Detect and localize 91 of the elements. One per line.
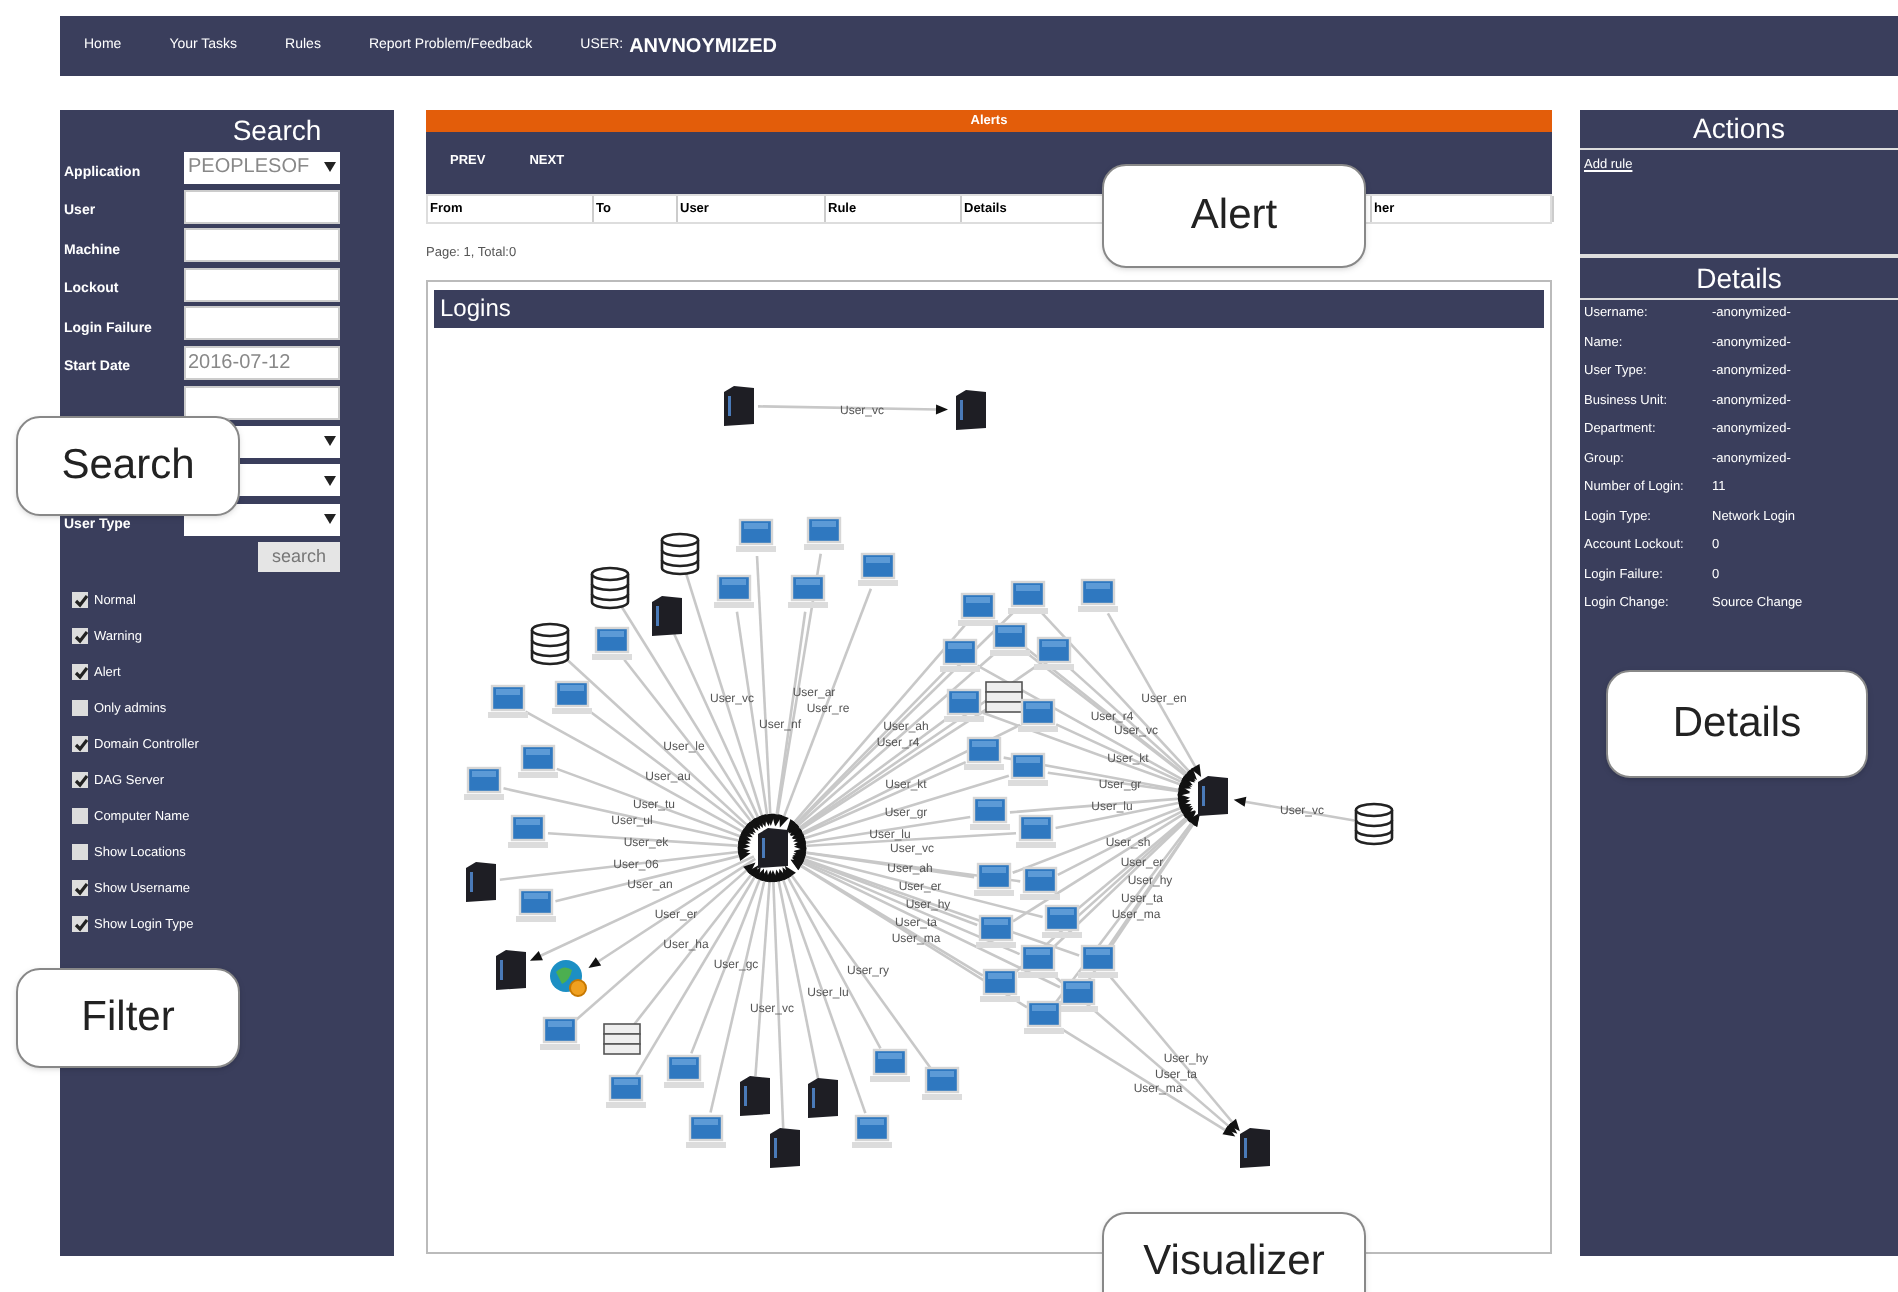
computer-icon [788, 574, 828, 608]
storage-icon [603, 1022, 641, 1055]
caret-icon [324, 162, 336, 172]
select-field[interactable]: PEOPLESOF [184, 151, 340, 183]
server-icon [758, 827, 788, 868]
computer-icon [922, 1066, 962, 1100]
server-icon [956, 389, 986, 430]
panel-title: Actions [1580, 110, 1898, 150]
input-field[interactable]: 2016-07-12 [184, 345, 340, 380]
computer-icon [518, 744, 558, 778]
database-icon [530, 622, 570, 665]
computer-icon [974, 862, 1014, 896]
panel-title: Details [1580, 258, 1898, 300]
computer-icon [1024, 1000, 1064, 1034]
computer-icon [1018, 944, 1058, 978]
server-icon [1240, 1127, 1270, 1168]
server-icon [724, 385, 754, 426]
computer-icon [1058, 978, 1098, 1012]
caret-icon [324, 436, 336, 447]
storage-icon [985, 680, 1023, 713]
computer-icon [944, 688, 984, 722]
checkbox[interactable] [72, 808, 88, 825]
server-icon [808, 1077, 838, 1118]
input-field[interactable] [184, 228, 340, 263]
callout-tooltip: Details [1606, 670, 1868, 778]
computer-icon [1078, 578, 1118, 612]
computer-icon [1008, 580, 1048, 614]
computer-icon [980, 968, 1020, 1002]
server-icon [740, 1075, 770, 1116]
computer-icon [736, 518, 776, 552]
checkbox[interactable] [72, 736, 88, 753]
computer-icon [1016, 814, 1056, 848]
checkbox[interactable] [72, 916, 88, 933]
computer-icon [870, 1048, 910, 1082]
connector-arrow [1233, 796, 1355, 822]
server-icon [466, 861, 496, 902]
computer-icon [1020, 866, 1060, 900]
computer-icon [940, 638, 980, 672]
computer-icon [858, 552, 898, 586]
callout-tooltip: Search [16, 416, 240, 516]
checkbox[interactable] [72, 880, 88, 897]
computer-icon [508, 814, 548, 848]
computer-icon [1078, 944, 1118, 978]
user-name: ANVNOYMIZED [629, 33, 777, 61]
caret-icon [324, 475, 336, 486]
computer-icon [464, 766, 504, 800]
computer-icon [990, 622, 1030, 656]
server-icon [652, 595, 682, 636]
computer-icon [804, 516, 844, 550]
computer-icon [714, 574, 754, 608]
panel-title: Search [230, 112, 324, 148]
panel-title: Logins [434, 289, 1544, 328]
computer-icon [976, 914, 1016, 948]
input-field[interactable] [184, 306, 340, 341]
computer-icon [1034, 636, 1074, 670]
input-field[interactable] [184, 189, 340, 224]
computer-icon [964, 736, 1004, 770]
checkbox[interactable] [72, 772, 88, 789]
checkbox[interactable] [72, 700, 88, 717]
computer-icon [664, 1054, 704, 1088]
computer-icon [592, 626, 632, 660]
computer-icon [1018, 698, 1058, 732]
server-icon [1198, 775, 1228, 816]
server-icon [770, 1127, 800, 1168]
search-button[interactable]: search [258, 542, 340, 573]
checkbox[interactable] [72, 628, 88, 645]
computer-icon [540, 1016, 580, 1050]
input-field[interactable] [184, 267, 340, 302]
checkbox[interactable] [72, 664, 88, 681]
checkbox[interactable] [72, 844, 88, 861]
callout-tooltip: Visualizer [1102, 1212, 1366, 1292]
database-icon [1354, 802, 1394, 845]
computer-icon [516, 888, 556, 922]
computer-icon [1042, 904, 1082, 938]
computer-icon [958, 592, 998, 626]
input-field[interactable] [184, 385, 340, 420]
computer-icon [852, 1114, 892, 1148]
globe-gear-icon [550, 959, 587, 997]
database-icon [660, 532, 700, 575]
database-icon [590, 566, 630, 609]
computer-icon [488, 684, 528, 718]
computer-icon [1008, 752, 1048, 786]
computer-icon [970, 796, 1010, 830]
computer-icon [552, 680, 592, 714]
computer-icon [606, 1074, 646, 1108]
computer-icon [686, 1114, 726, 1148]
server-icon [496, 949, 526, 990]
caret-icon [324, 514, 336, 525]
checkbox[interactable] [72, 592, 88, 609]
callout-tooltip: Alert [1102, 164, 1366, 268]
callout-tooltip: Filter [16, 968, 240, 1068]
